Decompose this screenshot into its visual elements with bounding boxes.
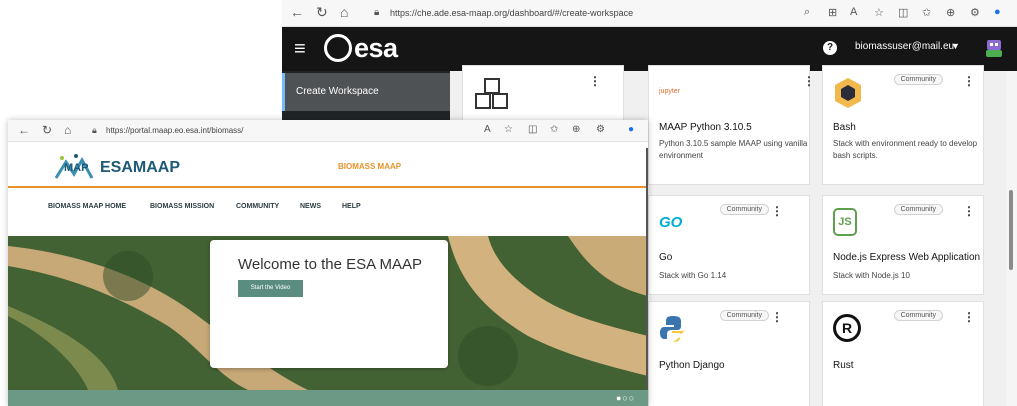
user-email[interactable]: biomassuser@mail.eu — [855, 41, 954, 52]
stack-card[interactable]: Community ⋮ Bash Stack with environment … — [822, 65, 984, 185]
stack-title: Node.js Express Web Application — [833, 252, 981, 263]
brand-title[interactable]: BIOMASS MAAP — [338, 162, 401, 171]
home-icon[interactable]: ⌂ — [340, 4, 348, 20]
jupyter-icon: jupyter — [659, 88, 681, 95]
read-aloud-icon[interactable]: A — [850, 6, 857, 18]
favorite-icon[interactable]: ☆ — [504, 124, 513, 135]
bash-icon — [835, 78, 861, 108]
help-icon[interactable]: ? — [823, 41, 837, 55]
kebab-menu-icon[interactable]: ⋮ — [963, 310, 975, 324]
kebab-menu-icon[interactable]: ⋮ — [771, 310, 783, 324]
lock-icon: 🔒︎ — [92, 125, 97, 135]
nav-news[interactable]: NEWS — [300, 203, 321, 210]
cubes-icon — [475, 78, 508, 109]
nav-help[interactable]: HELP — [342, 203, 361, 210]
nav-biomass-mission[interactable]: BIOMASS MISSION — [150, 203, 214, 210]
hamburger-menu-icon[interactable]: ≡ — [294, 38, 306, 61]
chevron-down-icon[interactable]: ▼ — [951, 41, 960, 51]
extensions-icon[interactable]: ⚙ — [970, 6, 980, 19]
back-browser-toolbar: ← ↻ ⌂ 🔒︎ https://che.ade.esa-maap.org/da… — [282, 0, 1017, 27]
home-icon[interactable]: ⌂ — [64, 123, 71, 137]
kebab-menu-icon[interactable]: ⋮ — [963, 74, 975, 88]
carousel-dots[interactable]: ●○○ — [616, 393, 635, 403]
back-arrow-icon[interactable]: ← — [18, 123, 30, 137]
back-arrow-icon[interactable]: ← — [290, 4, 304, 20]
collections-icon[interactable]: ⊕ — [946, 6, 955, 19]
nodejs-icon: JS — [833, 208, 857, 236]
grid-icon[interactable]: ⊞ — [828, 6, 837, 19]
scrollbar[interactable] — [646, 148, 648, 388]
header-divider — [8, 186, 648, 188]
favorite-icon[interactable]: ☆ — [874, 6, 884, 19]
stack-title: Go — [659, 252, 673, 263]
collections-icon[interactable]: ⊕ — [572, 124, 580, 135]
go-icon: GO — [659, 214, 683, 231]
stack-card[interactable]: JS Community ⋮ Node.js Express Web Appli… — [822, 195, 984, 295]
stack-title: Python Django — [659, 360, 725, 371]
nav-home[interactable]: BIOMASS MAAP HOME — [48, 203, 126, 210]
esamaap-logo-mark-text: MAP — [64, 162, 89, 174]
esamaap-logo-text: ESAMAAP — [100, 159, 181, 176]
start-video-button[interactable]: Start the Video — [238, 280, 303, 297]
reload-icon[interactable]: ↻ — [42, 123, 52, 137]
kebab-menu-icon[interactable]: ⋮ — [803, 74, 815, 88]
avatar[interactable] — [983, 37, 1005, 59]
reload-icon[interactable]: ↻ — [316, 4, 328, 21]
stack-title: Bash — [833, 122, 856, 133]
front-browser-toolbar: ← ↻ ⌂ 🔒︎ https://portal.maap.eo.esa.int/… — [8, 120, 648, 142]
kebab-menu-icon[interactable]: ⋮ — [771, 204, 783, 218]
favorites-bar-icon[interactable]: ✩ — [550, 124, 558, 135]
community-badge: Community — [893, 204, 943, 215]
split-view-icon[interactable]: ◫ — [898, 6, 908, 19]
stack-card[interactable]: GO Community ⋮ Go Stack with Go 1.14 — [648, 195, 810, 295]
community-badge: Community — [893, 74, 943, 85]
stack-card[interactable]: Community ⋮ Python Django — [648, 301, 810, 406]
favorites-bar-icon[interactable]: ✩ — [922, 6, 931, 19]
nav-community[interactable]: COMMUNITY — [236, 203, 279, 210]
welcome-panel: Welcome to the ESA MAAP Start the Video — [210, 240, 448, 368]
hero-footer-bar — [8, 390, 648, 406]
rust-icon: R — [833, 314, 861, 342]
stack-title: Rust — [833, 360, 854, 371]
kebab-menu-icon[interactable]: ⋮ — [589, 74, 601, 88]
stack-title: MAAP Python 3.10.5 — [659, 122, 752, 133]
read-aloud-icon[interactable]: A — [484, 124, 491, 135]
split-view-icon[interactable]: ◫ — [528, 124, 537, 135]
stack-description: Stack with environment ready to develop … — [833, 139, 978, 160]
community-badge: Community — [719, 204, 769, 215]
stack-description: Stack with Go 1.14 — [659, 271, 727, 280]
maap-portal-window: ← ↻ ⌂ 🔒︎ https://portal.maap.eo.esa.int/… — [8, 120, 648, 406]
stack-card[interactable]: R Community ⋮ Rust — [822, 301, 984, 406]
profile-icon[interactable]: ● — [628, 124, 634, 135]
sidebar-item-create-workspace[interactable]: Create Workspace — [282, 73, 450, 111]
front-url-bar[interactable]: https://portal.maap.eo.esa.int/biomass/ — [106, 124, 356, 138]
community-badge: Community — [719, 310, 769, 321]
extensions-icon[interactable]: ⚙ — [596, 124, 605, 135]
stack-description: Stack with Node.js 10 — [833, 271, 910, 280]
kebab-menu-icon[interactable]: ⋮ — [963, 204, 975, 218]
stack-description: Python 3.10.5 sample MAAP using vanilla … — [659, 139, 808, 160]
back-url-bar[interactable]: https://che.ade.esa-maap.org/dashboard/#… — [390, 5, 760, 22]
profile-icon[interactable]: ● — [994, 6, 1001, 18]
lock-icon: 🔒︎ — [374, 7, 380, 18]
community-badge: Community — [893, 310, 943, 321]
search-icon[interactable]: ⌕ — [804, 6, 810, 19]
scrollbar-thumb[interactable] — [1009, 190, 1013, 270]
python-icon — [660, 316, 686, 342]
esa-logo-mark — [324, 34, 352, 62]
stack-card[interactable]: jupyter ⋮ MAAP Python 3.10.5 Python 3.10… — [648, 65, 815, 185]
esa-logo: esa — [354, 33, 398, 63]
welcome-title: Welcome to the ESA MAAP — [238, 256, 422, 273]
